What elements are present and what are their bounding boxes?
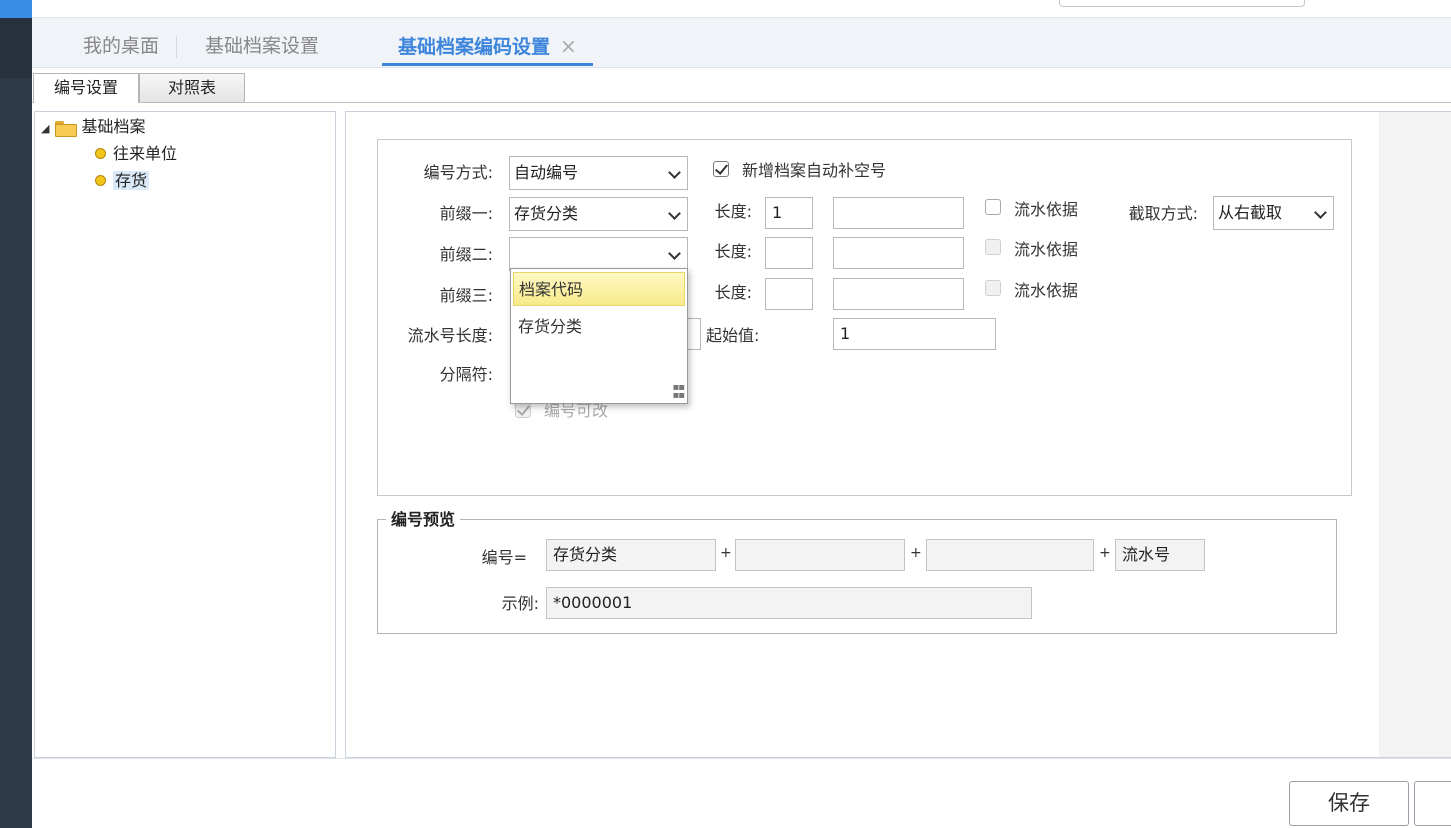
panel-right-strip: [1379, 112, 1451, 757]
preview-part1: 存货分类: [546, 539, 716, 571]
serial-basis3-label: 流水依据: [1014, 281, 1079, 300]
tab-desktop[interactable]: 我的桌面: [83, 30, 178, 66]
tree-root-label: 基础档案: [81, 117, 146, 136]
expand-triangle-icon[interactable]: ◢: [41, 122, 49, 135]
dropdown-option-inventory-category[interactable]: 存货分类: [513, 310, 685, 344]
dropdown-option-archive-code[interactable]: 档案代码: [513, 272, 685, 306]
prefix3-extra-input[interactable]: [833, 278, 964, 310]
sub-tabs: 编号设置 对照表: [32, 68, 1451, 103]
subtab-code-settings[interactable]: 编号设置: [33, 73, 139, 103]
example-value: *0000001: [546, 587, 1032, 619]
tree-item-partner[interactable]: 往来单位: [95, 142, 177, 166]
mode-label: 编号方式:: [423, 163, 493, 182]
folder-open-icon: [55, 119, 78, 137]
serial-length-label: 流水号长度:: [407, 326, 493, 345]
prefix1-select[interactable]: 存货分类: [509, 197, 688, 231]
prefix2-dropdown-list: 档案代码 存货分类 ▪▪ ▪▪: [510, 268, 688, 404]
left-sidebar-rail: [0, 0, 32, 828]
prefix1-label: 前缀一:: [439, 204, 493, 223]
close-icon[interactable]: ×: [560, 34, 577, 58]
resize-grip-icon[interactable]: ▪▪ ▪▪: [672, 383, 685, 401]
plus-sign: +: [910, 545, 922, 561]
preview-part2: [735, 539, 905, 571]
leaf-dot-icon: [95, 175, 106, 186]
tree-item-label: 往来单位: [113, 144, 178, 163]
length1-input[interactable]: 1: [765, 197, 813, 229]
footer-bar: 保存: [32, 758, 1451, 828]
page-tabs: 我的桌面 基础档案设置 基础档案编码设置 ×: [32, 18, 1451, 68]
preview-title: 编号预览: [386, 509, 461, 531]
tree-item-inventory[interactable]: 存货: [95, 169, 150, 193]
prefix3-label: 前缀三:: [439, 286, 493, 305]
chevron-down-icon: [668, 247, 681, 260]
auto-fill-checkbox[interactable]: [713, 161, 729, 177]
chevron-down-icon: [668, 166, 681, 179]
top-bar: [32, 0, 1451, 18]
chevron-down-icon: [668, 207, 681, 220]
prefix2-select[interactable]: [509, 237, 688, 271]
serial-basis1-checkbox[interactable]: [985, 199, 1001, 215]
auto-fill-label: 新增档案自动补空号: [742, 161, 887, 180]
tab-label: 基础档案编码设置: [398, 36, 551, 58]
serial-basis1-label: 流水依据: [1014, 200, 1079, 219]
cut-mode-label: 截取方式:: [1128, 204, 1198, 223]
save-button[interactable]: 保存: [1289, 781, 1409, 826]
tab-archive-code-settings[interactable]: 基础档案编码设置 ×: [382, 30, 593, 66]
serial-basis2-label: 流水依据: [1014, 240, 1079, 259]
serial-basis2-checkbox[interactable]: [985, 239, 1001, 255]
rail-block: [0, 18, 32, 78]
preview-code-label: 编号=: [481, 548, 527, 567]
editable-checkbox[interactable]: [515, 402, 531, 418]
preview-part4: 流水号: [1115, 539, 1205, 571]
prefix2-label: 前缀二:: [439, 245, 493, 264]
subtab-mapping-table[interactable]: 对照表: [139, 73, 245, 102]
prefix1-extra-input[interactable]: [833, 197, 964, 229]
cut-mode-select[interactable]: 从右截取: [1213, 196, 1334, 230]
start-value-label: 起始值:: [706, 326, 760, 345]
tree-root-basic-archive[interactable]: ◢ 基础档案: [41, 115, 145, 139]
start-value-input[interactable]: 1: [833, 318, 996, 350]
serial-basis3-checkbox[interactable]: [985, 280, 1001, 296]
length3-label: 长度:: [714, 283, 752, 302]
preview-part3: [926, 539, 1094, 571]
mode-select[interactable]: 自动编号: [509, 156, 688, 190]
secondary-button[interactable]: [1414, 781, 1451, 826]
leaf-dot-icon: [95, 148, 106, 159]
separator-label: 分隔符:: [439, 365, 493, 384]
tab-archive-settings[interactable]: 基础档案设置: [205, 30, 319, 66]
prefix1-select-value: 存货分类: [514, 204, 579, 223]
cut-mode-select-value: 从右截取: [1218, 203, 1283, 222]
mode-select-value: 自动编号: [514, 163, 579, 182]
example-label: 示例:: [501, 594, 539, 613]
length2-label: 长度:: [714, 242, 752, 261]
prefix2-extra-input[interactable]: [833, 237, 964, 269]
tree-item-label: 存货: [113, 171, 150, 190]
length2-input[interactable]: [765, 237, 813, 269]
archive-tree: ◢ 基础档案 往来单位 存货: [34, 111, 336, 758]
plus-sign: +: [720, 545, 732, 561]
top-search-box[interactable]: [1059, 0, 1305, 7]
plus-sign: +: [1099, 545, 1111, 561]
chevron-down-icon: [1314, 206, 1327, 219]
length1-label: 长度:: [714, 202, 752, 221]
length3-input[interactable]: [765, 278, 813, 310]
rail-accent: [0, 0, 32, 18]
